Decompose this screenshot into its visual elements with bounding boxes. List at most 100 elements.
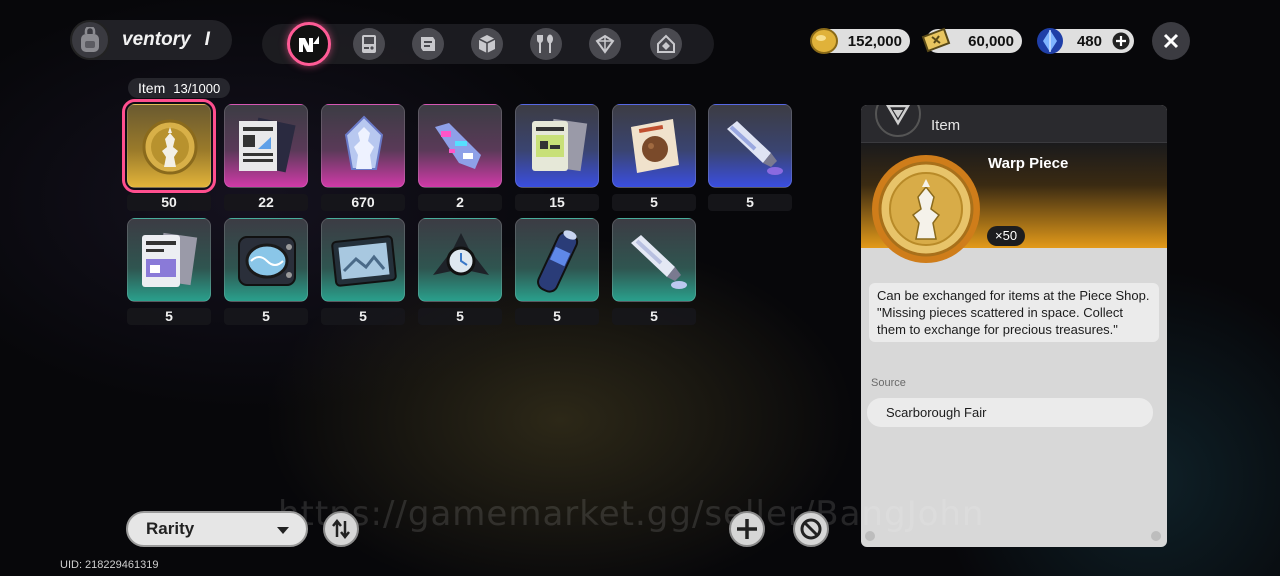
backpack-icon [70, 20, 110, 60]
move-cross-icon [737, 519, 757, 539]
tab-items[interactable] [471, 28, 503, 60]
tab-food[interactable] [530, 28, 562, 60]
inventory-slot-spinner-gadget[interactable]: 5 [418, 218, 502, 325]
source-link[interactable]: Scarborough Fair [867, 398, 1153, 427]
item-quantity: 5 [127, 308, 211, 325]
user-uid: UID: 218229461319 [60, 559, 159, 571]
tab-furniture[interactable] [650, 28, 682, 60]
item-card [122, 99, 216, 193]
inventory-slot-paint-tube[interactable]: 5 [708, 104, 792, 211]
expand-button[interactable] [729, 511, 765, 547]
detail-description: Can be exchanged for items at the Piece … [869, 283, 1159, 342]
tab-all[interactable] [287, 22, 331, 66]
scroll-icon [421, 37, 435, 51]
item-quantity: 2 [418, 194, 502, 211]
inventory-slot-chip-module[interactable]: 5 [224, 218, 308, 325]
snack-pack-icon [631, 119, 679, 173]
sort-dropdown[interactable]: Rarity [126, 511, 308, 547]
item-card [515, 104, 599, 188]
flavor-text: "Missing pieces scattered in space. Coll… [877, 305, 1123, 337]
cream-tube-icon [631, 235, 687, 289]
glitch-shard-icon [435, 123, 481, 169]
chip-module-icon [238, 236, 296, 286]
item-card [612, 104, 696, 188]
gold-amount: 152,000 [847, 32, 902, 50]
ticket-icon [921, 27, 951, 53]
category-tab-bar [262, 22, 714, 66]
item-card [418, 218, 502, 302]
item-card [515, 218, 599, 302]
item-quantity: 22 [224, 194, 308, 211]
item-card [224, 218, 308, 302]
item-card [321, 104, 405, 188]
sort-label: Rarity [146, 519, 195, 538]
item-card [612, 218, 696, 302]
caret-down-icon [277, 527, 289, 534]
close-button[interactable] [1152, 22, 1190, 60]
gold-currency[interactable]: 152,000 [810, 28, 910, 54]
inventory-slot-glitch-shard[interactable]: 2 [418, 104, 502, 211]
house-icon [657, 34, 675, 53]
inventory-slot-cream-tube[interactable]: 5 [612, 218, 696, 325]
inventory-slot-photo-frame[interactable]: 5 [321, 218, 405, 325]
inventory-slot-manual-booklet[interactable]: 5 [127, 218, 211, 325]
item-quantity: 5 [224, 308, 308, 325]
photo-frame-icon [331, 235, 397, 287]
item-count-badge: Item 13/1000 [128, 78, 231, 98]
manual-booklet-icon [142, 232, 198, 287]
tab-materials[interactable] [412, 28, 444, 60]
spray-can-icon [537, 230, 579, 293]
title-suffix: I [204, 29, 210, 50]
tab-package[interactable] [589, 28, 621, 60]
close-icon [1163, 33, 1179, 49]
inventory-slot-warp-piece[interactable]: 50 [122, 99, 216, 211]
warp-piece-medal-icon [872, 155, 980, 263]
crystal-amount: 480 [1076, 32, 1102, 50]
box-icon [595, 34, 615, 54]
item-detail-panel: Item Warp Piece ×50 Can be exchanged for… [861, 105, 1167, 547]
detail-category: Item [931, 117, 961, 134]
sort-order-button[interactable] [323, 511, 359, 547]
source-label: Source [871, 377, 906, 389]
crystal-pawn-icon [344, 115, 384, 170]
warp-piece-icon [142, 119, 198, 175]
spinner-gadget-icon [433, 233, 489, 276]
ticket-currency[interactable]: 60,000 [921, 27, 1022, 53]
discard-button[interactable] [793, 511, 829, 547]
item-count: 13/1000 [173, 80, 221, 96]
item-card [127, 218, 211, 302]
item-quantity: 5 [515, 308, 599, 325]
item-quantity: 670 [321, 194, 405, 211]
inventory-slot-blueprint-doc[interactable]: 22 [224, 104, 308, 211]
add-currency-icon[interactable] [1112, 32, 1130, 50]
data-card-icon [532, 118, 588, 172]
item-quantity: 5 [418, 308, 502, 325]
crystal-currency[interactable]: 480 [1037, 28, 1134, 54]
description-line: Can be exchanged for items at the Piece … [877, 288, 1150, 303]
cube-icon [478, 35, 496, 53]
document-icon [239, 117, 296, 173]
item-quantity: 5 [321, 308, 405, 325]
handheld-icon [362, 35, 376, 53]
nexus-icon [299, 36, 319, 52]
inventory-slot-data-card[interactable]: 15 [515, 104, 599, 211]
sort-arrows-icon [332, 519, 350, 539]
category-label: Item [138, 80, 166, 96]
detail-quantity: ×50 [987, 226, 1026, 246]
item-quantity: 5 [612, 308, 696, 325]
crystal-icon [1037, 28, 1063, 54]
inventory-slot-crystal-pawn[interactable]: 670 [321, 104, 405, 211]
inventory-slot-spray-can[interactable]: 5 [515, 218, 599, 325]
gold-coin-icon [810, 28, 838, 54]
paint-tube-icon [727, 121, 783, 175]
inventory-title-bar: ventory I [70, 20, 232, 60]
inventory-slot-snack-pack[interactable]: 5 [612, 104, 696, 211]
watermark-text: https://gamemarket.gg/seller/BangJohn [278, 494, 985, 534]
fork-spoon-icon [537, 34, 553, 53]
tab-device[interactable] [353, 28, 385, 60]
item-quantity: 5 [708, 194, 792, 211]
item-card [418, 104, 502, 188]
item-quantity: 50 [127, 194, 211, 211]
page-title: ventory [122, 29, 191, 50]
item-quantity: 15 [515, 194, 599, 211]
